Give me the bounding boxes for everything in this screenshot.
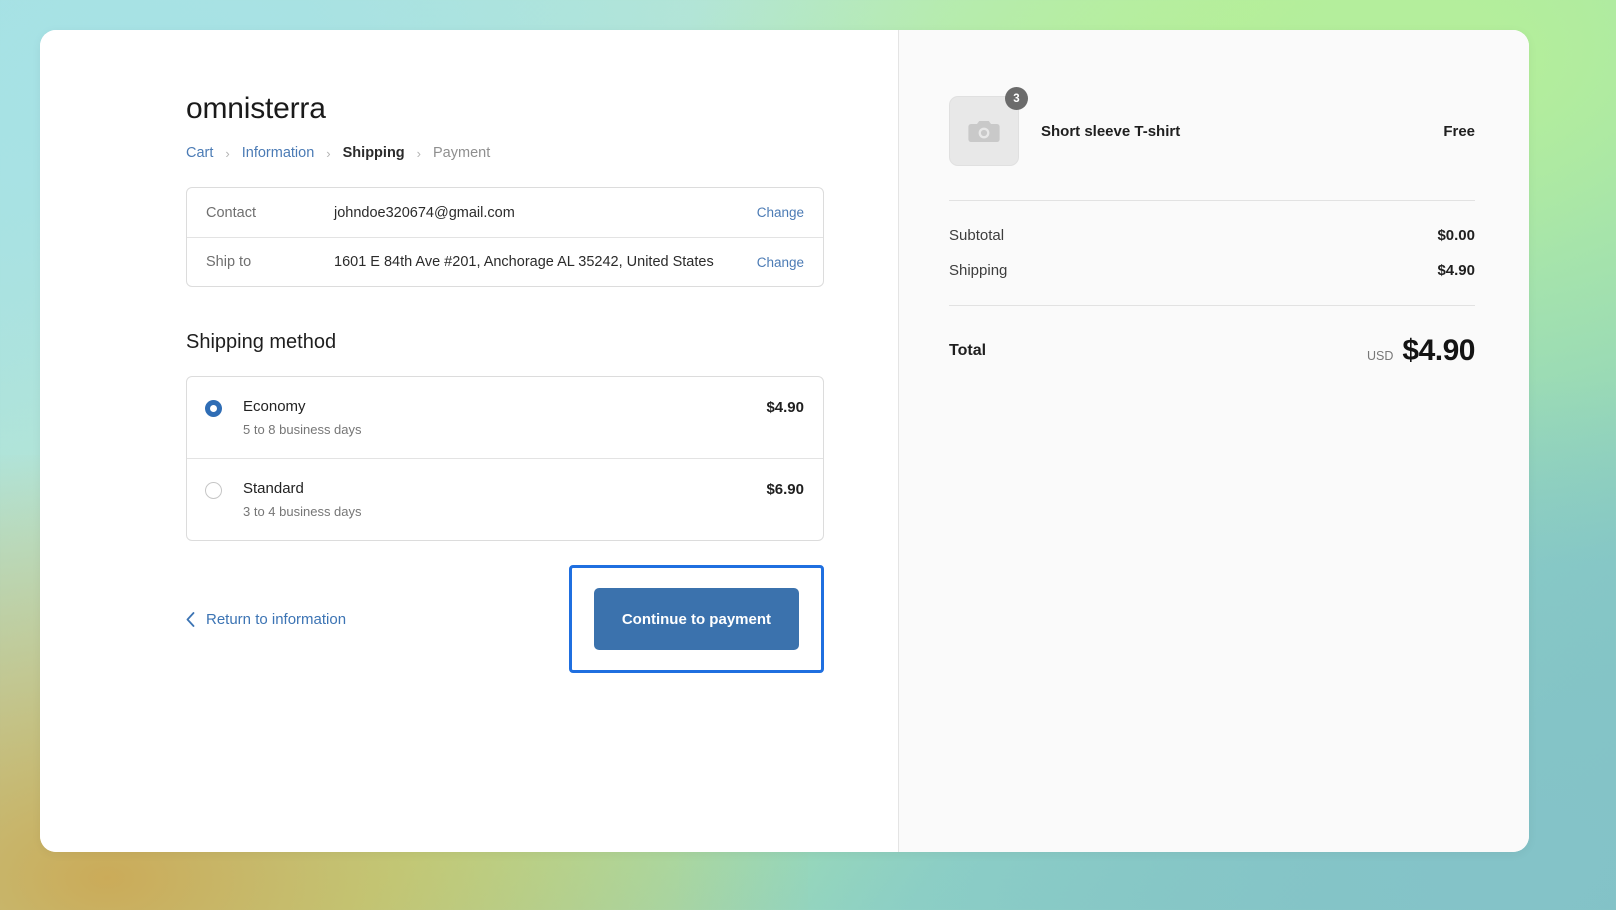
radio-standard[interactable] xyxy=(205,482,222,499)
change-address-link[interactable]: Change xyxy=(757,255,804,270)
shipping-option-standard-text: Standard 3 to 4 business days xyxy=(243,480,766,519)
shipping-option-economy-eta: 5 to 8 business days xyxy=(243,422,766,437)
cost-lines: Subtotal $0.00 Shipping $4.90 xyxy=(949,201,1475,305)
shipping-option-economy-text: Economy 5 to 8 business days xyxy=(243,398,766,437)
contact-label: Contact xyxy=(206,205,334,221)
shipping-option-standard[interactable]: Standard 3 to 4 business days $6.90 xyxy=(187,458,823,540)
order-summary-pane: 3 Short sleeve T-shirt Free Subtotal $0.… xyxy=(898,30,1529,852)
shipping-method-heading: Shipping method xyxy=(186,331,898,354)
ship-to-label: Ship to xyxy=(206,254,334,270)
total-amount-group: USD $4.90 xyxy=(1367,334,1475,368)
contact-value: johndoe320674@gmail.com xyxy=(334,205,757,221)
subtotal-value: $0.00 xyxy=(1437,227,1475,244)
return-to-information-link[interactable]: Return to information xyxy=(186,611,346,628)
breadcrumb-item-shipping[interactable]: Shipping xyxy=(343,145,405,161)
breadcrumb-item-cart[interactable]: Cart xyxy=(186,145,213,161)
shipping-option-standard-price: $6.90 xyxy=(766,481,804,498)
shipping-option-standard-name: Standard xyxy=(243,480,304,497)
camera-icon xyxy=(967,117,1001,145)
subtotal-label: Subtotal xyxy=(949,227,1004,244)
radio-economy[interactable] xyxy=(205,400,222,417)
total-label: Total xyxy=(949,342,986,360)
form-actions: Return to information Continue to paymen… xyxy=(186,571,824,667)
line-item-thumbnail-wrap: 3 xyxy=(949,96,1019,166)
ship-to-row: Ship to 1601 E 84th Ave #201, Anchorage … xyxy=(187,237,823,286)
breadcrumb: Cart › Information › Shipping › Payment xyxy=(186,145,898,161)
chevron-left-icon xyxy=(186,612,195,627)
shipping-option-economy-name: Economy xyxy=(243,398,306,415)
breadcrumb-item-information[interactable]: Information xyxy=(242,145,315,161)
order-line-item: 3 Short sleeve T-shirt Free xyxy=(949,96,1475,200)
ship-to-value: 1601 E 84th Ave #201, Anchorage AL 35242… xyxy=(334,254,757,270)
total-currency: USD xyxy=(1367,349,1393,363)
shipping-cost-value: $4.90 xyxy=(1437,262,1475,279)
line-item-quantity-badge: 3 xyxy=(1005,87,1028,110)
breadcrumb-separator-icon: › xyxy=(326,146,330,161)
store-title: omnisterra xyxy=(186,92,898,126)
total-amount: $4.90 xyxy=(1402,334,1475,368)
line-item-price: Free xyxy=(1443,123,1475,140)
shipping-cost-label: Shipping xyxy=(949,262,1007,279)
continue-button-focus-ring: Continue to payment xyxy=(569,565,824,673)
shipping-method-options: Economy 5 to 8 business days $4.90 Stand… xyxy=(186,376,824,541)
total-row: Total USD $4.90 xyxy=(949,306,1475,368)
breadcrumb-separator-icon: › xyxy=(225,146,229,161)
shipping-option-economy[interactable]: Economy 5 to 8 business days $4.90 xyxy=(187,377,823,458)
continue-to-payment-button[interactable]: Continue to payment xyxy=(594,588,799,650)
subtotal-row: Subtotal $0.00 xyxy=(949,227,1475,244)
breadcrumb-item-payment: Payment xyxy=(433,145,490,161)
contact-row: Contact johndoe320674@gmail.com Change xyxy=(187,188,823,237)
shipping-option-standard-eta: 3 to 4 business days xyxy=(243,504,766,519)
shipping-option-economy-price: $4.90 xyxy=(766,399,804,416)
breadcrumb-separator-icon: › xyxy=(417,146,421,161)
order-review-box: Contact johndoe320674@gmail.com Change S… xyxy=(186,187,824,287)
shipping-cost-row: Shipping $4.90 xyxy=(949,262,1475,279)
checkout-form-pane: omnisterra Cart › Information › Shipping… xyxy=(40,30,898,852)
line-item-name: Short sleeve T-shirt xyxy=(1041,123,1443,140)
change-contact-link[interactable]: Change xyxy=(757,205,804,220)
return-to-information-label: Return to information xyxy=(206,611,346,628)
checkout-card: omnisterra Cart › Information › Shipping… xyxy=(40,30,1529,852)
